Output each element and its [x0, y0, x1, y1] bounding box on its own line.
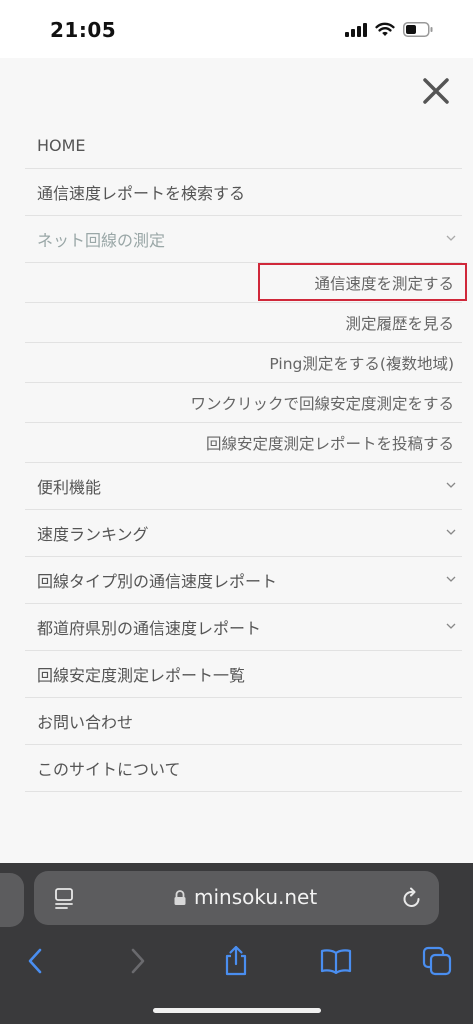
menu-item-by-line-type[interactable]: 回線タイプ別の通信速度レポート [25, 557, 462, 604]
submenu-item-label: Ping測定をする(複数地域) [269, 354, 454, 373]
share-button[interactable] [216, 941, 256, 981]
menu-item-label: HOME [37, 135, 86, 155]
url-text: minsoku.net [194, 885, 318, 909]
bottom-toolbar [0, 937, 473, 987]
back-button[interactable] [15, 941, 55, 981]
chevron-down-icon [446, 576, 456, 582]
book-icon [320, 949, 352, 974]
chevron-down-icon [446, 482, 456, 488]
reader-mode-icon[interactable] [54, 887, 74, 909]
close-button[interactable] [420, 75, 452, 107]
chevron-down-icon [446, 235, 456, 241]
bookmarks-button[interactable] [316, 941, 356, 981]
submenu-item-one-click-stability[interactable]: ワンクリックで回線安定度測定をする [25, 383, 462, 423]
menu-item-net-measurement[interactable]: ネット回線の測定 [25, 216, 462, 263]
cellular-signal-icon [345, 22, 367, 37]
previous-tab-preview[interactable] [0, 873, 24, 927]
tabs-icon [422, 946, 452, 976]
status-icons [345, 22, 433, 37]
chevron-left-icon [28, 948, 42, 974]
submenu-item-post-stability-report[interactable]: 回線安定度測定レポートを投稿する [25, 423, 462, 463]
browser-toolbar: minsoku.net [0, 863, 473, 1024]
chevron-right-icon [131, 948, 145, 974]
menu-item-utilities[interactable]: 便利機能 [25, 463, 462, 510]
status-bar: 21:05 [0, 0, 473, 58]
status-time: 21:05 [50, 18, 117, 42]
submenu-item-label: 回線安定度測定レポートを投稿する [205, 434, 454, 453]
forward-button[interactable] [118, 941, 158, 981]
reload-icon[interactable] [401, 886, 423, 910]
submenu-item-label: 通信速度を測定する [314, 274, 454, 293]
menu-item-speed-ranking[interactable]: 速度ランキング [25, 510, 462, 557]
wifi-icon [375, 22, 395, 37]
nav-menu: HOME 通信速度レポートを検索する ネット回線の測定 通信速度を測定する 測定… [25, 122, 462, 792]
submenu-item-label: ワンクリックで回線安定度測定をする [190, 394, 454, 413]
lock-icon [174, 890, 186, 905]
chevron-down-icon [446, 529, 456, 535]
share-icon [225, 945, 247, 976]
menu-item-label: 回線安定度測定レポート一覧 [37, 666, 246, 685]
menu-item-label: 通信速度レポートを検索する [37, 184, 246, 203]
battery-icon [403, 22, 433, 37]
menu-item-about[interactable]: このサイトについて [25, 745, 462, 792]
menu-item-label: 速度ランキング [37, 525, 149, 544]
chevron-down-icon [446, 623, 456, 629]
address-bar[interactable]: minsoku.net [34, 871, 439, 925]
submenu-item-ping[interactable]: Ping測定をする(複数地域) [25, 343, 462, 383]
submenu-item-measure-speed[interactable]: 通信速度を測定する [25, 263, 462, 303]
menu-item-label: 便利機能 [37, 478, 102, 497]
tabs-button[interactable] [417, 941, 457, 981]
menu-item-label: 都道府県別の通信速度レポート [37, 619, 262, 638]
menu-item-contact[interactable]: お問い合わせ [25, 698, 462, 745]
submenu-item-history[interactable]: 測定履歴を見る [25, 303, 462, 343]
menu-item-label: お問い合わせ [37, 713, 134, 732]
menu-item-home[interactable]: HOME [25, 122, 462, 169]
menu-item-label: このサイトについて [37, 760, 181, 779]
menu-item-label: 回線タイプ別の通信速度レポート [37, 572, 278, 591]
menu-item-stability-report-list[interactable]: 回線安定度測定レポート一覧 [25, 651, 462, 698]
menu-item-search-report[interactable]: 通信速度レポートを検索する [25, 169, 462, 216]
menu-item-by-prefecture[interactable]: 都道府県別の通信速度レポート [25, 604, 462, 651]
submenu-item-label: 測定履歴を見る [345, 314, 454, 333]
home-indicator [153, 1008, 321, 1013]
menu-item-label: ネット回線の測定 [37, 231, 166, 250]
close-icon [423, 78, 449, 104]
